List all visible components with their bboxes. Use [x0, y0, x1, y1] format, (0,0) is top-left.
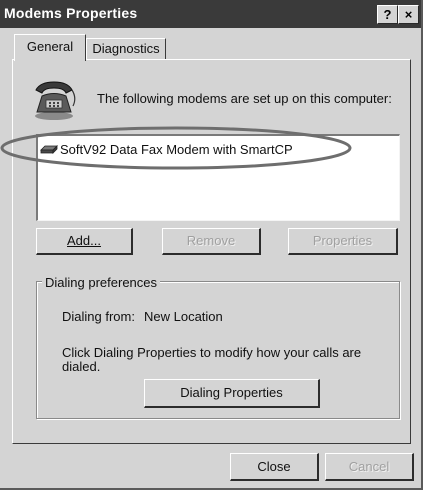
- help-button[interactable]: ?: [377, 5, 398, 24]
- general-tab-panel: [12, 59, 411, 444]
- close-window-button[interactable]: ×: [398, 5, 419, 24]
- tab-general[interactable]: General: [14, 34, 86, 61]
- close-button[interactable]: Close: [230, 453, 319, 481]
- tab-diagnostics[interactable]: Diagnostics: [86, 38, 166, 60]
- cancel-button[interactable]: Cancel: [325, 453, 414, 481]
- title-bar[interactable]: Modems Properties ? ×: [0, 0, 421, 28]
- modems-properties-window: Modems Properties ? × General Diagnostic…: [0, 0, 423, 490]
- window-title: Modems Properties: [4, 5, 138, 21]
